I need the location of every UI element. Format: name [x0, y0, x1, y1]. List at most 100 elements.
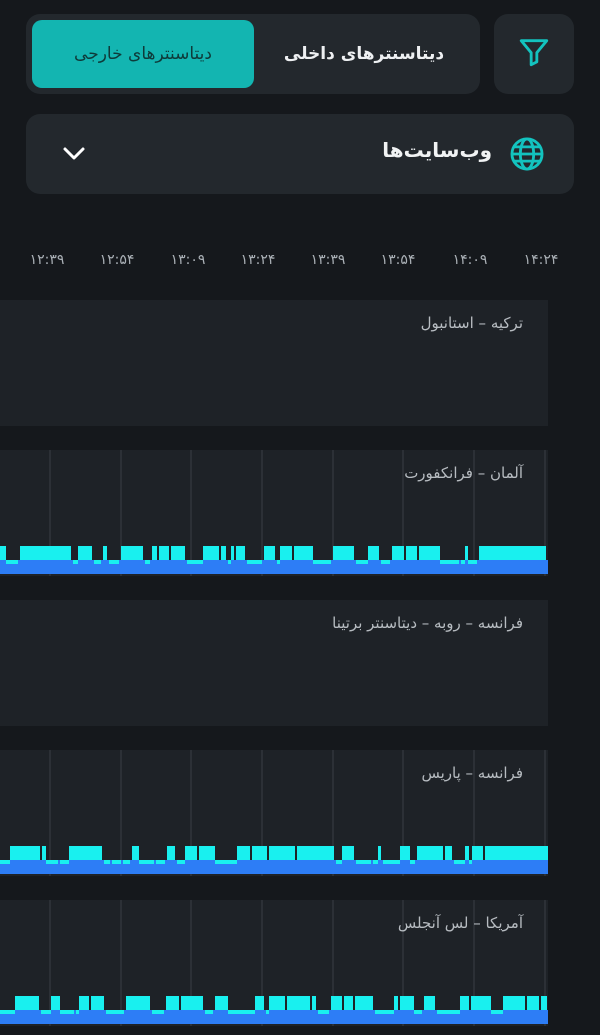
status-bar — [330, 846, 334, 860]
datacenter-panel: ترکیه – استانبول — [0, 300, 548, 426]
status-bar — [342, 846, 354, 860]
status-bar — [42, 846, 46, 860]
status-bar — [417, 846, 421, 860]
status-bar — [269, 846, 280, 860]
status-bar — [515, 546, 523, 560]
status-bar — [177, 860, 181, 864]
status-bar — [269, 996, 285, 1010]
datacenter-panel: فرانسه – پاریس — [0, 750, 548, 876]
status-bar — [483, 996, 491, 1010]
status-bar — [525, 846, 541, 860]
status-bar — [381, 1010, 394, 1014]
status-bar — [139, 860, 154, 864]
status-bar — [437, 1010, 450, 1014]
filter-button[interactable] — [494, 14, 574, 94]
status-bar — [51, 996, 60, 1010]
status-bar — [410, 860, 415, 864]
status-bar — [424, 996, 427, 1010]
status-bar — [468, 560, 477, 564]
status-bar — [109, 560, 119, 564]
status-bar — [171, 546, 185, 560]
status-bar — [156, 860, 165, 864]
status-bar — [166, 546, 169, 560]
status-bar — [73, 560, 78, 564]
status-bar — [453, 560, 459, 564]
status-bar — [228, 1010, 241, 1014]
status-bar — [221, 546, 226, 560]
service-type-select[interactable]: وب‌سایت‌ها — [26, 114, 574, 194]
scroll-area — [548, 300, 600, 1035]
status-bar — [375, 1010, 381, 1014]
status-bar — [326, 560, 331, 564]
datacenter-title: آمریکا – لس آنجلس — [397, 914, 523, 932]
status-bar — [475, 846, 483, 860]
datacenter-title: فرانسه – پاریس — [421, 764, 523, 782]
status-bar — [181, 860, 185, 864]
status-bar — [241, 1010, 255, 1014]
tab-external-datacenters[interactable]: دیتاسنترهای خارجی — [32, 20, 254, 88]
status-bar — [479, 546, 492, 560]
time-tick: ۱۲:۵۴ — [99, 252, 135, 268]
status-bar — [0, 1010, 15, 1014]
status-bar — [454, 860, 465, 864]
status-bar — [318, 1010, 329, 1014]
status-bar — [348, 546, 354, 560]
status-bar — [491, 1010, 503, 1014]
status-bar — [132, 846, 139, 860]
status-bar — [365, 996, 373, 1010]
status-bar — [469, 860, 472, 864]
status-bar — [266, 1010, 269, 1014]
status-bar — [76, 1010, 79, 1014]
status-bar — [523, 546, 533, 560]
status-bar — [465, 546, 468, 560]
status-bar — [331, 996, 342, 1010]
status-bar — [421, 846, 430, 860]
status-bar — [527, 996, 539, 1010]
status-bar — [121, 546, 124, 560]
status-bar — [56, 546, 71, 560]
status-bar — [247, 560, 262, 564]
status-bar — [432, 546, 440, 560]
status-bar — [224, 860, 237, 864]
status-bar — [406, 546, 417, 560]
status-bar — [394, 996, 398, 1010]
filter-icon — [517, 35, 551, 73]
status-bar — [15, 996, 21, 1010]
status-bar — [152, 546, 157, 560]
status-bar — [333, 546, 348, 560]
status-bar — [0, 860, 10, 864]
status-bar — [187, 560, 203, 564]
tab-internal-datacenters[interactable]: دیتاسنترهای داخلی — [254, 20, 474, 88]
status-bar — [20, 546, 29, 560]
status-bar — [294, 546, 309, 560]
status-bar — [237, 846, 250, 860]
status-bar — [69, 846, 85, 860]
status-bar — [419, 546, 432, 560]
status-bar — [79, 996, 89, 1010]
status-bar — [485, 846, 495, 860]
time-tick: ۱۴:۰۹ — [452, 252, 488, 268]
status-bar — [21, 996, 28, 1010]
status-bar — [378, 846, 381, 860]
status-bar — [124, 546, 127, 560]
status-bar — [400, 996, 414, 1010]
status-bar — [414, 1010, 422, 1014]
time-tick: ۱۳:۳۹ — [310, 252, 346, 268]
status-bar — [236, 546, 245, 560]
status-bar — [533, 546, 546, 560]
status-bar — [181, 996, 190, 1010]
status-bar — [94, 846, 102, 860]
status-bar — [356, 560, 368, 564]
datacenter-tabs: دیتاسنترهای خارجی دیتاسنترهای داخلی — [26, 14, 480, 94]
status-bar — [46, 860, 58, 864]
status-bar — [190, 996, 195, 1010]
time-tick: ۱۳:۲۴ — [240, 252, 276, 268]
status-bar — [41, 1010, 51, 1014]
status-bar — [91, 996, 104, 1010]
status-bar — [373, 860, 378, 864]
status-bar — [277, 560, 280, 564]
status-bar — [383, 860, 397, 864]
status-bar — [0, 546, 6, 560]
status-bar — [109, 1010, 124, 1014]
status-bar — [344, 996, 353, 1010]
